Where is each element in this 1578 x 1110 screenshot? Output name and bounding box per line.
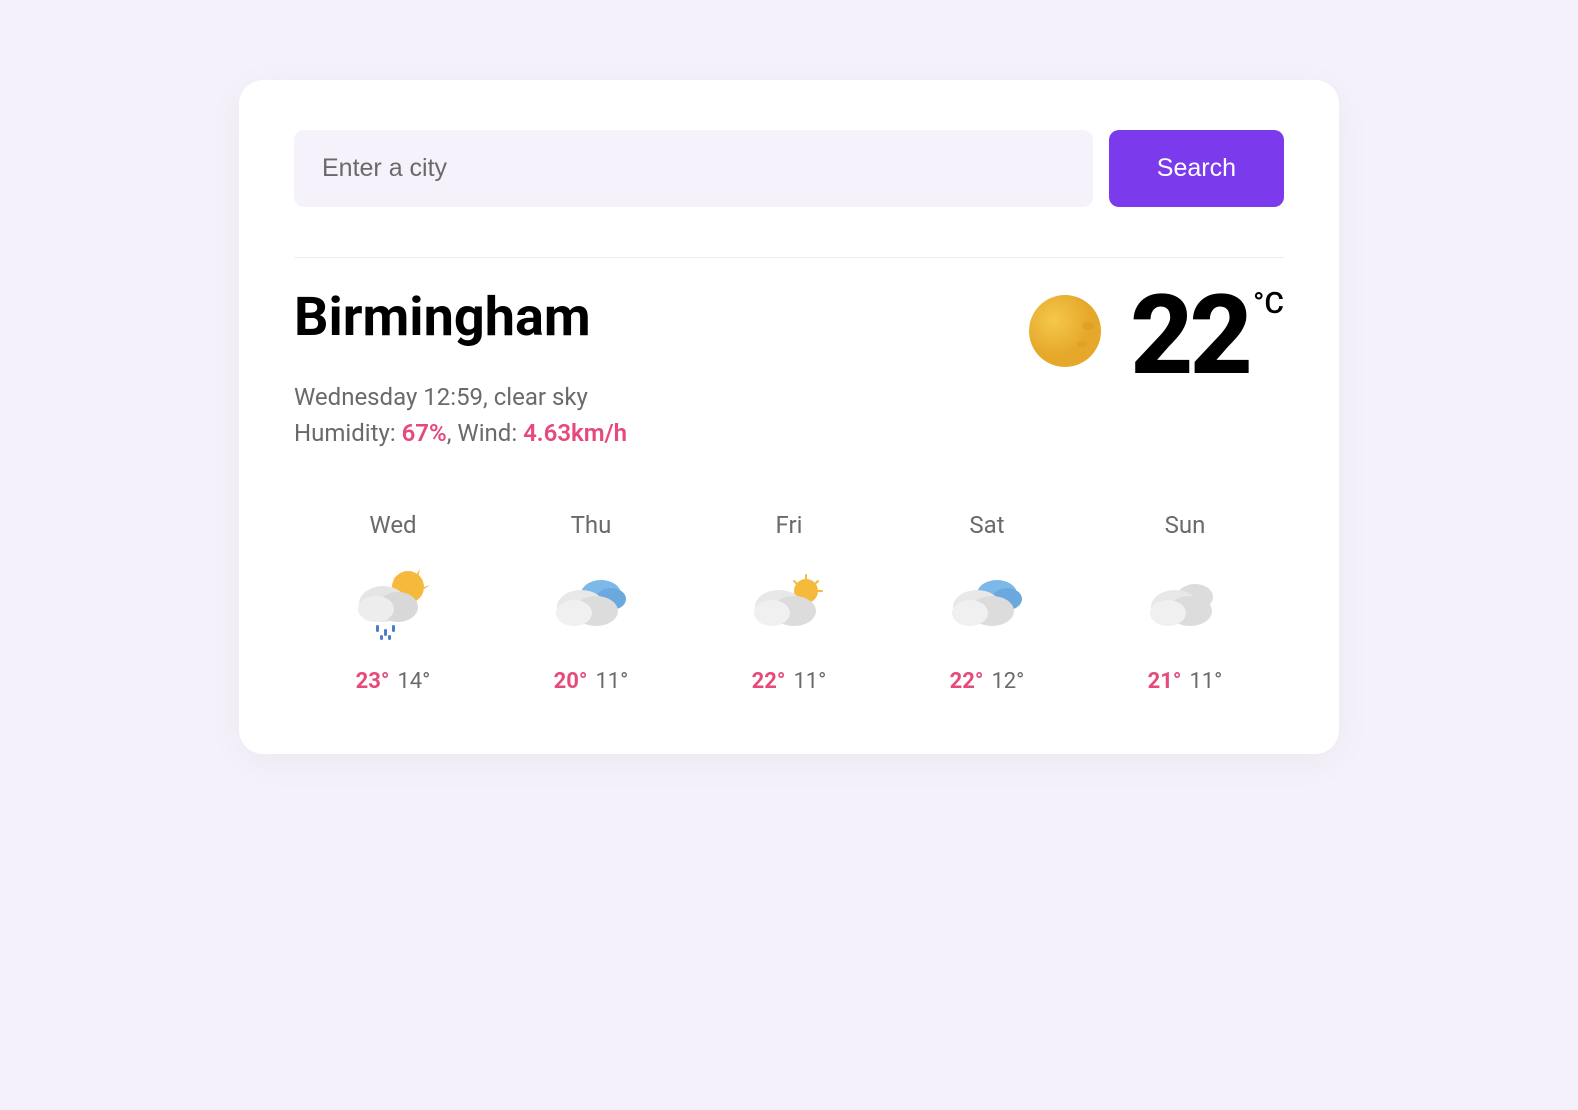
temp-low: 11°	[1189, 669, 1222, 694]
clear-sun-icon	[1020, 286, 1110, 376]
temp-low: 14°	[397, 669, 430, 694]
temp-low: 12°	[991, 669, 1024, 694]
search-button[interactable]: Search	[1109, 130, 1284, 207]
city-name: Birmingham	[294, 286, 1020, 349]
temp-high: 22°	[752, 669, 786, 694]
wind-label: , Wind:	[447, 419, 523, 447]
humidity-value: 67%	[402, 419, 447, 447]
temp-unit: °C	[1253, 286, 1284, 321]
humidity-wind-line: Humidity: 67%, Wind: 4.63km/h	[294, 415, 1020, 451]
cloudy-blue-icon	[942, 559, 1032, 649]
day-label: Thu	[571, 511, 612, 539]
temperature: 22 °C	[1130, 286, 1284, 385]
forecast-day: Fri 22° 11°	[744, 511, 834, 694]
current-weather: Birmingham Wednesday 12:59, clear sky Hu…	[294, 286, 1284, 451]
day-label: Wed	[369, 511, 416, 539]
partly-sunny-icon	[744, 559, 834, 649]
current-info: Birmingham Wednesday 12:59, clear sky Hu…	[294, 286, 1020, 451]
temp-high: 21°	[1148, 669, 1182, 694]
current-temp-block: 22 °C	[1020, 286, 1284, 385]
city-search-input[interactable]	[294, 130, 1093, 207]
temp-low: 11°	[793, 669, 826, 694]
day-temps: 22° 11°	[752, 669, 827, 694]
temp-low: 11°	[595, 669, 628, 694]
divider	[294, 257, 1284, 258]
temp-high: 23°	[356, 669, 390, 694]
day-label: Fri	[776, 511, 803, 539]
day-label: Sat	[969, 511, 1004, 539]
rain-sun-icon	[348, 559, 438, 649]
day-temps: 21° 11°	[1148, 669, 1223, 694]
cloudy-blue-icon	[546, 559, 636, 649]
day-label: Sun	[1165, 511, 1206, 539]
forecast-day: Sat 22° 12°	[942, 511, 1032, 694]
temp-high: 20°	[554, 669, 588, 694]
day-temps: 22° 12°	[950, 669, 1025, 694]
day-temps: 23° 14°	[356, 669, 431, 694]
cloudy-icon	[1140, 559, 1230, 649]
temp-high: 22°	[950, 669, 984, 694]
temp-value: 22	[1130, 286, 1249, 385]
forecast-day: Wed 23° 14°	[348, 511, 438, 694]
search-row: Search	[294, 130, 1284, 207]
wind-value: 4.63km/h	[523, 419, 627, 447]
forecast-day: Thu 20° 11°	[546, 511, 636, 694]
forecast-row: Wed 23° 14°	[294, 511, 1284, 694]
datetime-condition: Wednesday 12:59, clear sky	[294, 379, 1020, 415]
forecast-day: Sun 21° 11°	[1140, 511, 1230, 694]
humidity-label: Humidity:	[294, 419, 402, 447]
weather-card: Search Birmingham Wednesday 12:59, clear…	[239, 80, 1339, 754]
day-temps: 20° 11°	[554, 669, 629, 694]
